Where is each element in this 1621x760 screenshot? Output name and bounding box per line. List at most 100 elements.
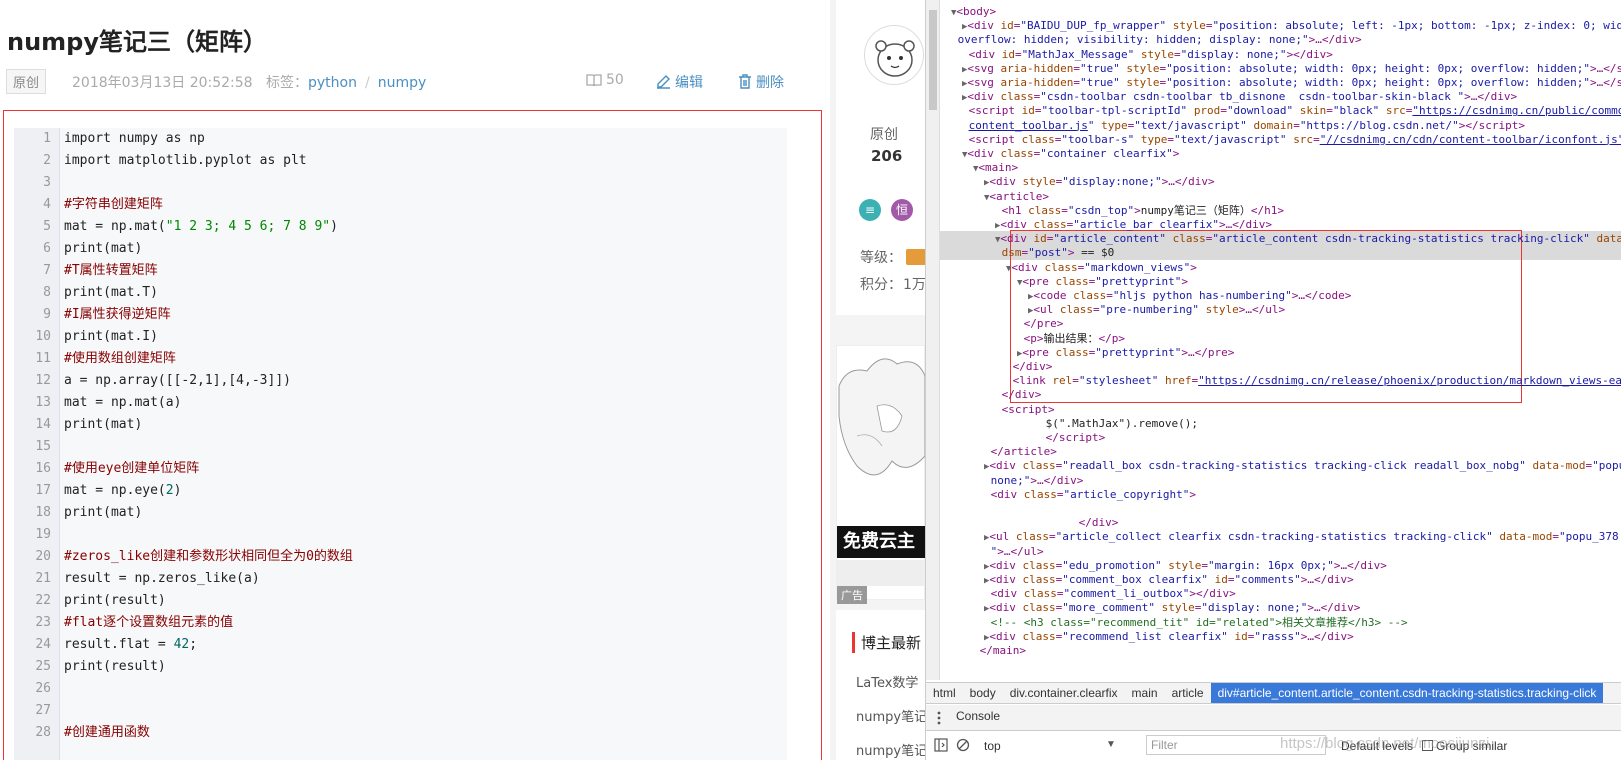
elements-scrollbar[interactable] xyxy=(926,0,940,680)
dom-node[interactable]: <h1 class="csdn_top">numpy笔记三（矩阵）</h1> xyxy=(995,203,1284,218)
dom-node[interactable]: ▼<body> xyxy=(951,4,996,19)
dom-node[interactable]: <p>输出结果：</p> xyxy=(1017,331,1125,346)
newest-title: 博主最新 xyxy=(852,632,921,653)
breadcrumb-item[interactable]: div#article_content.article_content.csdn… xyxy=(1210,683,1604,703)
newest-item[interactable]: LaTex数学 xyxy=(856,672,918,691)
code-line: a = np.array([[-2,1],[4,-3]]) xyxy=(64,373,291,388)
avatar[interactable] xyxy=(864,25,924,85)
dom-node[interactable]: </script> xyxy=(1039,430,1106,445)
dom-node[interactable]: </main> xyxy=(973,643,1026,658)
breadcrumb-item[interactable]: article xyxy=(1165,683,1211,703)
line-number: 13 xyxy=(35,395,51,410)
dom-node[interactable]: <div class="article_copyright"> xyxy=(984,487,1196,502)
breadcrumb-item[interactable]: body xyxy=(963,683,1003,703)
edit-button[interactable]: 编辑 xyxy=(656,72,703,92)
scroll-thumb[interactable] xyxy=(929,10,937,110)
dom-node[interactable]: </pre> xyxy=(1017,316,1064,331)
line-number: 10 xyxy=(35,329,51,344)
dom-node[interactable]: ▼<pre class="prettyprint"> xyxy=(1017,274,1188,289)
newest-item[interactable]: numpy笔记 xyxy=(856,706,925,725)
dom-node[interactable]: ▶<svg aria-hidden="true" style="position… xyxy=(962,61,1621,76)
delete-button[interactable]: 删除 xyxy=(738,72,784,92)
line-number: 28 xyxy=(35,725,51,740)
dom-node[interactable]: ▶<div style="display:none;">…</div> xyxy=(984,174,1215,189)
code-line: #flat逐个设置数组元素的值 xyxy=(64,615,234,630)
dom-node[interactable]: ▶<div class="article_bar clearfix">…</di… xyxy=(995,217,1272,232)
dom-node[interactable] xyxy=(984,501,991,516)
newest-posts: 博主最新 LaTex数学 numpy笔记 numpy笔记 xyxy=(836,610,925,760)
code-line: print(mat.I) xyxy=(64,329,158,344)
dom-node[interactable]: ▶<svg aria-hidden="true" style="position… xyxy=(962,75,1621,90)
map-image xyxy=(838,358,925,476)
list-medal-icon[interactable]: ≡ xyxy=(859,199,881,221)
line-number: 18 xyxy=(35,505,51,520)
breadcrumb-item[interactable]: main xyxy=(1125,683,1165,703)
dom-node[interactable]: </article> xyxy=(984,444,1057,459)
dom-node[interactable]: ▶<ul class="article_collect clearfix csd… xyxy=(984,529,1619,544)
dom-node[interactable]: ▼<div class="container clearfix"> xyxy=(962,146,1179,161)
code-line: #T属性转置矩阵 xyxy=(64,263,158,278)
dom-node[interactable]: <script id="toolbar-tpl-scriptId" prod="… xyxy=(962,103,1621,118)
dom-node[interactable]: ▼<article> xyxy=(984,189,1049,204)
tag-list: 标签：python / numpy xyxy=(266,72,426,92)
dom-node[interactable]: content_toolbar.js" type="text/javascrip… xyxy=(962,118,1525,133)
dom-node[interactable]: overflow: hidden; visibility: hidden; di… xyxy=(951,32,1362,47)
dom-node[interactable]: ▶<div class="csdn-toolbar csdn-toolbar t… xyxy=(962,89,1517,104)
dom-node[interactable]: ▶<div class="more_comment" style="displa… xyxy=(984,600,1360,615)
breadcrumb-item[interactable]: div.container.clearfix xyxy=(1003,683,1125,703)
code-line: #字符串创建矩阵 xyxy=(64,197,163,212)
sidebar-toggle-icon[interactable] xyxy=(934,738,948,752)
breadcrumb-item[interactable]: html xyxy=(926,683,963,703)
dom-node[interactable]: ▶<div class="readall_box csdn-tracking-s… xyxy=(984,458,1621,473)
dom-node[interactable]: dsm="post"> == $0 xyxy=(995,245,1115,260)
newest-item[interactable]: numpy笔记 xyxy=(856,740,925,759)
line-number: 9 xyxy=(43,307,51,322)
dom-node[interactable]: ▼<div id="article_content" class="articl… xyxy=(995,231,1621,246)
dom-node[interactable]: $(".MathJax").remove(); xyxy=(1039,416,1198,431)
persistence-medal-icon[interactable]: 恒 xyxy=(891,199,913,221)
blog-page: numpy笔记三（矩阵） 原创 2018年03月13日 20:52:58 标签：… xyxy=(0,0,925,760)
more-vertical-icon[interactable] xyxy=(936,711,942,725)
dom-node[interactable]: <script> xyxy=(995,402,1055,417)
dom-node[interactable]: ▶<pre class="prettyprint">…</pre> xyxy=(1017,345,1234,360)
dom-node[interactable]: <script class="toolbar-s" type="text/jav… xyxy=(962,132,1621,147)
clear-console-icon[interactable] xyxy=(956,738,970,752)
dom-node[interactable]: <!-- <h3 class="recommend_tit" id="relat… xyxy=(984,615,1408,630)
tag-numpy[interactable]: numpy xyxy=(378,75,427,91)
dom-node[interactable]: <div class="comment_li_outbox"></div> xyxy=(984,586,1236,601)
code-line: result.flat = 42; xyxy=(64,637,198,652)
context-selector[interactable]: top xyxy=(984,739,1001,753)
console-tab[interactable]: Console xyxy=(956,709,1000,723)
dom-node[interactable]: ▼<main> xyxy=(973,160,1018,175)
line-number: 16 xyxy=(35,461,51,476)
line-number: 8 xyxy=(43,285,51,300)
tags-label: 标签： xyxy=(266,75,308,91)
dom-node[interactable]: </div> xyxy=(1006,359,1053,374)
dom-node[interactable]: none;">…</div> xyxy=(984,473,1084,488)
points-label: 积分： xyxy=(860,277,902,293)
ad-thumbnails xyxy=(837,560,925,586)
tag-separator: / xyxy=(364,75,370,91)
dom-node[interactable]: <div id="MathJax_Message" style="display… xyxy=(962,47,1333,62)
line-number: 17 xyxy=(35,483,51,498)
dom-node[interactable]: ▶<div class="recommend_list clearfix" id… xyxy=(984,629,1354,644)
dom-node[interactable]: ▶<div class="comment_box clearfix" id="c… xyxy=(984,572,1354,587)
context-dropdown-icon[interactable]: ▼ xyxy=(1106,739,1116,750)
dom-node[interactable]: ▼<div class="markdown_views"> xyxy=(1006,260,1197,275)
ad-label: 广告 xyxy=(837,586,867,604)
console-drawer-toolbar: Console xyxy=(926,705,1621,731)
dom-node[interactable]: </div> xyxy=(1072,515,1119,530)
dom-node[interactable]: ▶<code class="hljs python has-numbering"… xyxy=(1028,288,1351,303)
ad-banner[interactable]: 免费云主 广告 xyxy=(836,345,925,604)
line-number: 4 xyxy=(43,197,51,212)
tag-python[interactable]: python xyxy=(308,75,357,91)
dom-node[interactable]: ▶<ul class="pre-numbering" style>…</ul> xyxy=(1028,302,1285,317)
line-number: 25 xyxy=(35,659,51,674)
dom-node[interactable]: ▶<div class="edu_promotion" style="margi… xyxy=(984,558,1387,573)
author-card: 原创 206 ≡ 恒 等级： 积分： 1万 xyxy=(836,0,925,315)
dom-node[interactable]: <link rel="stylesheet" href="https://csd… xyxy=(1006,373,1621,388)
code-line: #使用数组创建矩阵 xyxy=(64,351,176,366)
dom-node[interactable]: ">…</ul> xyxy=(984,544,1044,559)
dom-node[interactable]: </div> xyxy=(995,387,1042,402)
dom-node[interactable]: ▶<div id="BAIDU_DUP_fp_wrapper" style="p… xyxy=(962,18,1621,33)
